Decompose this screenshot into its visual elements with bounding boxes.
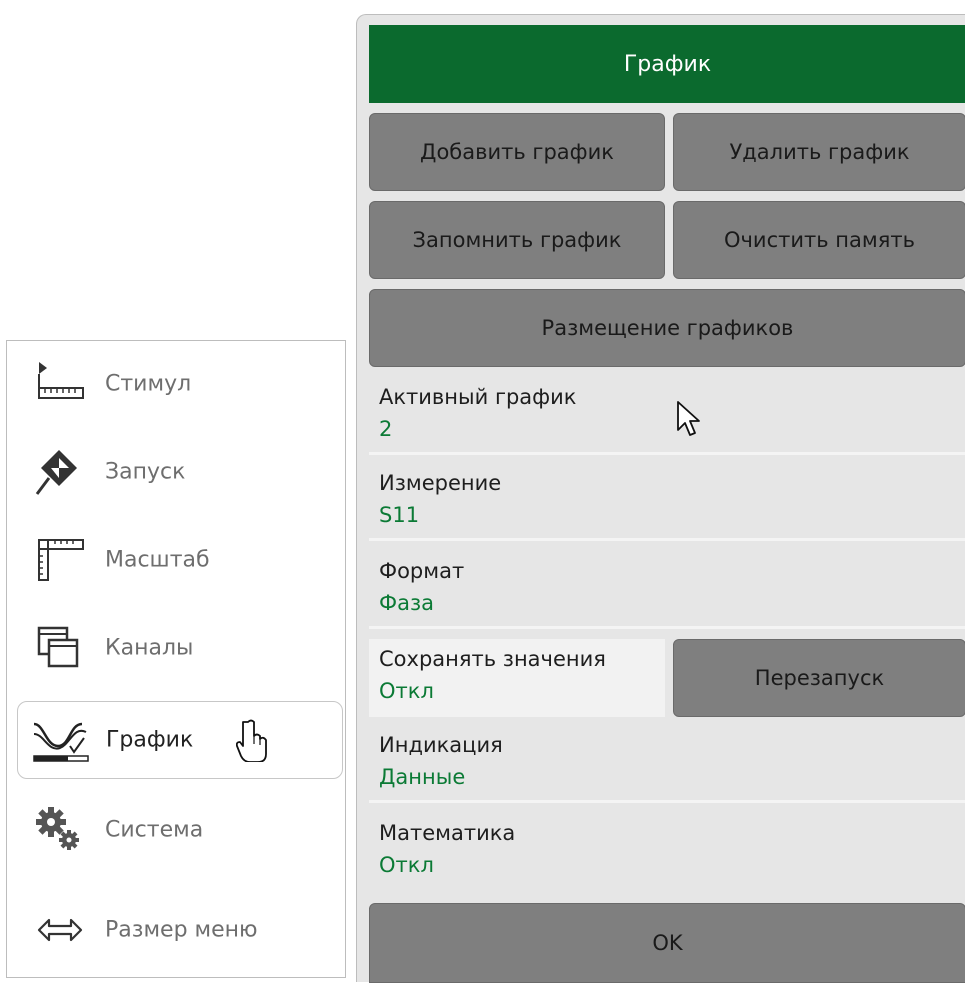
menu-item-channels[interactable]: Каналы	[17, 609, 343, 687]
trace-layout-button[interactable]: Размещение графиков	[369, 289, 965, 367]
field-value: Откл	[379, 679, 434, 703]
field-value: Фаза	[379, 591, 434, 615]
memorize-trace-button[interactable]: Запомнить график	[369, 201, 665, 279]
menu-item-system[interactable]: Система	[17, 791, 343, 869]
menu-item-label: Каналы	[105, 635, 194, 661]
add-trace-button[interactable]: Добавить график	[369, 113, 665, 191]
menu-item-label: Стимул	[105, 371, 192, 397]
scale-ruler-icon	[29, 532, 91, 588]
format-field[interactable]: Формат Фаза	[369, 551, 965, 629]
menu-item-label: Запуск	[105, 459, 186, 485]
field-label: Активный график	[379, 385, 577, 409]
system-gears-icon	[29, 802, 91, 858]
channels-windows-icon	[29, 620, 91, 676]
panel-title: График	[369, 25, 965, 103]
field-label: Математика	[379, 821, 516, 845]
display-field[interactable]: Индикация Данные	[369, 725, 965, 803]
field-value: S11	[379, 503, 420, 527]
trace-wave-icon	[30, 712, 92, 768]
clear-memory-button[interactable]: Очистить память	[673, 201, 965, 279]
menu-item-label: Размер меню	[105, 917, 258, 943]
menu-item-label: Система	[105, 817, 204, 843]
field-label: Формат	[379, 559, 465, 583]
field-label: Сохранять значения	[379, 647, 606, 671]
hand-pointer-cursor-icon	[235, 718, 270, 763]
menu-item-scale[interactable]: Масштаб	[17, 521, 343, 599]
math-field[interactable]: Математика Откл	[369, 813, 965, 891]
measurement-field[interactable]: Измерение S11	[369, 463, 965, 541]
menu-item-menu-size[interactable]: Размер меню	[17, 891, 343, 969]
hold-values-field[interactable]: Сохранять значения Откл	[369, 639, 665, 717]
menu-item-label: График	[106, 727, 194, 753]
menu-item-trace[interactable]: График	[17, 701, 343, 779]
menu-item-label: Масштаб	[105, 547, 210, 573]
stimulus-ruler-icon	[29, 356, 91, 412]
trigger-diamond-icon	[29, 444, 91, 500]
field-label: Индикация	[379, 733, 503, 757]
restart-button[interactable]: Перезапуск	[673, 639, 965, 717]
main-softkey-menu: Стимул Запуск Масштаб Каналы График Сист…	[6, 340, 346, 978]
trace-softkey-panel: График Добавить график Удалить график За…	[356, 14, 965, 983]
field-value: Откл	[379, 853, 434, 877]
field-value: 2	[379, 417, 393, 441]
field-value: Данные	[379, 765, 466, 789]
active-trace-field[interactable]: Активный график 2	[369, 377, 965, 455]
delete-trace-button[interactable]: Удалить график	[673, 113, 965, 191]
menu-item-stimulus[interactable]: Стимул	[17, 345, 343, 423]
ok-button[interactable]: OK	[369, 903, 965, 983]
arrow-cursor-icon	[676, 400, 702, 438]
menu-item-trigger[interactable]: Запуск	[17, 433, 343, 511]
resize-arrows-icon	[29, 902, 91, 958]
field-label: Измерение	[379, 471, 502, 495]
